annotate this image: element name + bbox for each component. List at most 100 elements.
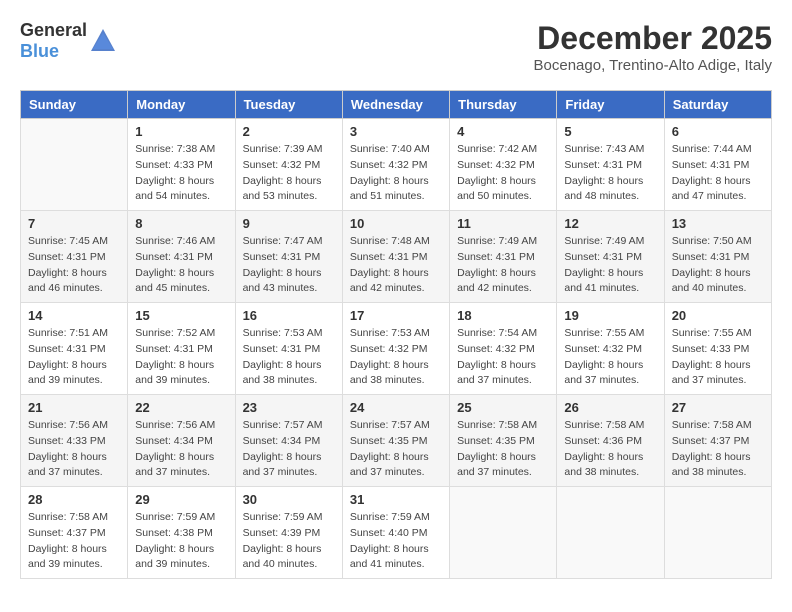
day-number: 31 — [350, 492, 442, 507]
calendar-header-row: Sunday Monday Tuesday Wednesday Thursday… — [21, 91, 772, 119]
day-info: Sunrise: 7:58 AMSunset: 4:37 PMDaylight:… — [28, 510, 120, 573]
day-number: 6 — [672, 124, 764, 139]
table-row — [450, 487, 557, 579]
table-row: 13Sunrise: 7:50 AMSunset: 4:31 PMDayligh… — [664, 211, 771, 303]
day-number: 8 — [135, 216, 227, 231]
day-number: 26 — [564, 400, 656, 415]
table-row: 17Sunrise: 7:53 AMSunset: 4:32 PMDayligh… — [342, 303, 449, 395]
header-friday: Friday — [557, 91, 664, 119]
day-info: Sunrise: 7:55 AMSunset: 4:33 PMDaylight:… — [672, 326, 764, 389]
day-info: Sunrise: 7:52 AMSunset: 4:31 PMDaylight:… — [135, 326, 227, 389]
table-row: 10 Sunrise: 7:48 AMSunset: 4:31 PMDayligh… — [342, 211, 449, 303]
day-info: Sunrise: 7:57 AMSunset: 4:34 PMDaylight:… — [243, 418, 335, 481]
day-info: Sunrise: 7:59 AMSunset: 4:40 PMDaylight:… — [350, 510, 442, 573]
title-block: December 2025 Bocenago, Trentino-Alto Ad… — [534, 20, 772, 74]
day-info: Sunrise: 7:50 AMSunset: 4:31 PMDaylight:… — [672, 234, 764, 297]
day-info: Sunrise: 7:59 AMSunset: 4:38 PMDaylight:… — [135, 510, 227, 573]
table-row: 2Sunrise: 7:39 AMSunset: 4:32 PMDaylight… — [235, 119, 342, 211]
table-row: 29Sunrise: 7:59 AMSunset: 4:38 PMDayligh… — [128, 487, 235, 579]
day-number: 20 — [672, 308, 764, 323]
table-row: 27 Sunrise: 7:58 AMSunset: 4:37 PMDayligh… — [664, 395, 771, 487]
day-number: 15 — [135, 308, 227, 323]
table-row: 22 Sunrise: 7:56 AMSunset: 4:34 PMDayligh… — [128, 395, 235, 487]
table-row: 16 Sunrise: 7:53 AMSunset: 4:31 PMDayligh… — [235, 303, 342, 395]
table-row: 20 Sunrise: 7:55 AMSunset: 4:33 PMDayligh… — [664, 303, 771, 395]
header-saturday: Saturday — [664, 91, 771, 119]
table-row — [21, 119, 128, 211]
page-header: General Blue December 2025 Bocenago, Tre… — [20, 20, 772, 74]
day-number: 2 — [243, 124, 335, 139]
day-number: 12 — [564, 216, 656, 231]
day-info: Sunrise: 7:58 AMSunset: 4:36 PMDaylight:… — [564, 418, 656, 481]
table-row: 19Sunrise: 7:55 AMSunset: 4:32 PMDayligh… — [557, 303, 664, 395]
day-info: Sunrise: 7:46 AMSunset: 4:31 PMDaylight:… — [135, 234, 227, 297]
table-row: 18Sunrise: 7:54 AMSunset: 4:32 PMDayligh… — [450, 303, 557, 395]
table-row: 4Sunrise: 7:42 AMSunset: 4:32 PMDaylight… — [450, 119, 557, 211]
calendar-week-row: 28 Sunrise: 7:58 AMSunset: 4:37 PMDayligh… — [21, 487, 772, 579]
day-number: 9 — [243, 216, 335, 231]
table-row: 25 Sunrise: 7:58 AMSunset: 4:35 PMDayligh… — [450, 395, 557, 487]
day-info: Sunrise: 7:56 AMSunset: 4:34 PMDaylight:… — [135, 418, 227, 481]
table-row: 3 Sunrise: 7:40 AMSunset: 4:32 PMDaylight… — [342, 119, 449, 211]
calendar-week-row: 14Sunrise: 7:51 AMSunset: 4:31 PMDayligh… — [21, 303, 772, 395]
day-number: 3 — [350, 124, 442, 139]
calendar-week-row: 1 Sunrise: 7:38 AMSunset: 4:33 PMDaylight… — [21, 119, 772, 211]
day-info: Sunrise: 7:44 AMSunset: 4:31 PMDaylight:… — [672, 142, 764, 205]
day-info: Sunrise: 7:49 AMSunset: 4:31 PMDaylight:… — [564, 234, 656, 297]
table-row: 6 Sunrise: 7:44 AMSunset: 4:31 PMDaylight… — [664, 119, 771, 211]
header-wednesday: Wednesday — [342, 91, 449, 119]
day-info: Sunrise: 7:53 AMSunset: 4:31 PMDaylight:… — [243, 326, 335, 389]
header-thursday: Thursday — [450, 91, 557, 119]
table-row — [664, 487, 771, 579]
table-row: 24 Sunrise: 7:57 AMSunset: 4:35 PMDayligh… — [342, 395, 449, 487]
day-number: 21 — [28, 400, 120, 415]
day-number: 23 — [243, 400, 335, 415]
day-number: 18 — [457, 308, 549, 323]
table-row: 28 Sunrise: 7:58 AMSunset: 4:37 PMDayligh… — [21, 487, 128, 579]
day-number: 11 — [457, 216, 549, 231]
day-info: Sunrise: 7:43 AMSunset: 4:31 PMDaylight:… — [564, 142, 656, 205]
table-row: 11 Sunrise: 7:49 AMSunset: 4:31 PMDayligh… — [450, 211, 557, 303]
day-info: Sunrise: 7:56 AMSunset: 4:33 PMDaylight:… — [28, 418, 120, 481]
day-number: 5 — [564, 124, 656, 139]
day-info: Sunrise: 7:51 AMSunset: 4:31 PMDaylight:… — [28, 326, 120, 389]
day-info: Sunrise: 7:48 AMSunset: 4:31 PMDaylight:… — [350, 234, 442, 297]
day-info: Sunrise: 7:38 AMSunset: 4:33 PMDaylight:… — [135, 142, 227, 205]
day-number: 22 — [135, 400, 227, 415]
table-row: 21 Sunrise: 7:56 AMSunset: 4:33 PMDayligh… — [21, 395, 128, 487]
table-row: 26 Sunrise: 7:58 AMSunset: 4:36 PMDayligh… — [557, 395, 664, 487]
logo-blue: Blue — [20, 41, 59, 61]
day-number: 24 — [350, 400, 442, 415]
month-title: December 2025 — [534, 20, 772, 57]
table-row: 7 Sunrise: 7:45 AMSunset: 4:31 PMDaylight… — [21, 211, 128, 303]
table-row — [557, 487, 664, 579]
day-info: Sunrise: 7:59 AMSunset: 4:39 PMDaylight:… — [243, 510, 335, 573]
header-tuesday: Tuesday — [235, 91, 342, 119]
day-info: Sunrise: 7:47 AMSunset: 4:31 PMDaylight:… — [243, 234, 335, 297]
day-number: 28 — [28, 492, 120, 507]
table-row: 1 Sunrise: 7:38 AMSunset: 4:33 PMDaylight… — [128, 119, 235, 211]
day-info: Sunrise: 7:57 AMSunset: 4:35 PMDaylight:… — [350, 418, 442, 481]
day-number: 19 — [564, 308, 656, 323]
calendar-week-row: 7 Sunrise: 7:45 AMSunset: 4:31 PMDaylight… — [21, 211, 772, 303]
day-number: 27 — [672, 400, 764, 415]
day-number: 10 — [350, 216, 442, 231]
day-number: 16 — [243, 308, 335, 323]
table-row: 5 Sunrise: 7:43 AMSunset: 4:31 PMDaylight… — [557, 119, 664, 211]
day-number: 25 — [457, 400, 549, 415]
day-number: 7 — [28, 216, 120, 231]
table-row: 15 Sunrise: 7:52 AMSunset: 4:31 PMDayligh… — [128, 303, 235, 395]
table-row: 23 Sunrise: 7:57 AMSunset: 4:34 PMDayligh… — [235, 395, 342, 487]
table-row: 30Sunrise: 7:59 AMSunset: 4:39 PMDayligh… — [235, 487, 342, 579]
day-info: Sunrise: 7:58 AMSunset: 4:35 PMDaylight:… — [457, 418, 549, 481]
table-row: 31 Sunrise: 7:59 AMSunset: 4:40 PMDayligh… — [342, 487, 449, 579]
day-number: 1 — [135, 124, 227, 139]
table-row: 9 Sunrise: 7:47 AMSunset: 4:31 PMDaylight… — [235, 211, 342, 303]
logo-icon — [89, 27, 117, 55]
day-info: Sunrise: 7:45 AMSunset: 4:31 PMDaylight:… — [28, 234, 120, 297]
day-number: 17 — [350, 308, 442, 323]
day-info: Sunrise: 7:40 AMSunset: 4:32 PMDaylight:… — [350, 142, 442, 205]
day-info: Sunrise: 7:58 AMSunset: 4:37 PMDaylight:… — [672, 418, 764, 481]
logo-general: General — [20, 20, 87, 40]
day-info: Sunrise: 7:49 AMSunset: 4:31 PMDaylight:… — [457, 234, 549, 297]
